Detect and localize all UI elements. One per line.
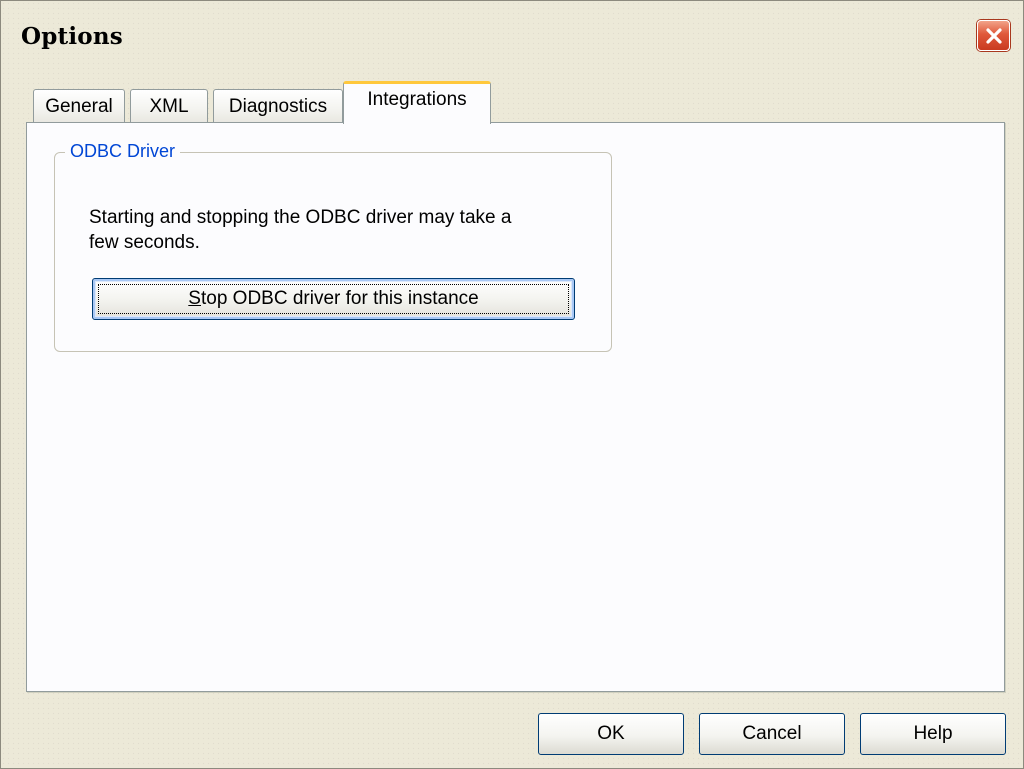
close-icon [985, 27, 1002, 44]
window-title: Options [21, 23, 123, 50]
title-bar[interactable]: Options [1, 1, 1023, 77]
tab-xml[interactable]: XML [130, 89, 208, 123]
help-button[interactable]: Help [860, 713, 1006, 755]
tab-integrations[interactable]: Integrations [343, 81, 491, 124]
tab-diagnostics[interactable]: Diagnostics [213, 89, 343, 123]
odbc-description: Starting and stopping the ODBC driver ma… [89, 205, 599, 255]
odbc-driver-groupbox: ODBC Driver Starting and stopping the OD… [54, 141, 612, 352]
odbc-driver-legend: ODBC Driver [65, 141, 181, 162]
options-dialog: Options General XML Diagnostics Integrat… [0, 0, 1024, 769]
mnemonic-letter: S [188, 288, 201, 309]
tab-xml-label: XML [149, 95, 189, 117]
tab-panel-integrations: ODBC Driver Starting and stopping the OD… [26, 122, 1005, 692]
tab-general-label: General [45, 95, 113, 117]
stop-odbc-driver-label: Stop ODBC driver for this instance [188, 288, 478, 310]
cancel-button[interactable]: Cancel [699, 713, 845, 755]
ok-button-label: OK [597, 723, 625, 744]
cancel-button-label: Cancel [742, 723, 802, 744]
help-button-label: Help [913, 723, 953, 744]
tab-integrations-label: Integrations [367, 89, 467, 110]
stop-odbc-driver-button[interactable]: Stop ODBC driver for this instance [92, 278, 575, 320]
tab-general[interactable]: General [33, 89, 125, 123]
odbc-description-line-2: few seconds. [89, 232, 200, 253]
stop-odbc-driver-label-rest: top ODBC driver for this instance [200, 288, 479, 309]
ok-button[interactable]: OK [538, 713, 684, 755]
tab-diagnostics-label: Diagnostics [228, 95, 328, 117]
close-button[interactable] [977, 20, 1010, 51]
odbc-description-line-1: Starting and stopping the ODBC driver ma… [89, 207, 512, 228]
